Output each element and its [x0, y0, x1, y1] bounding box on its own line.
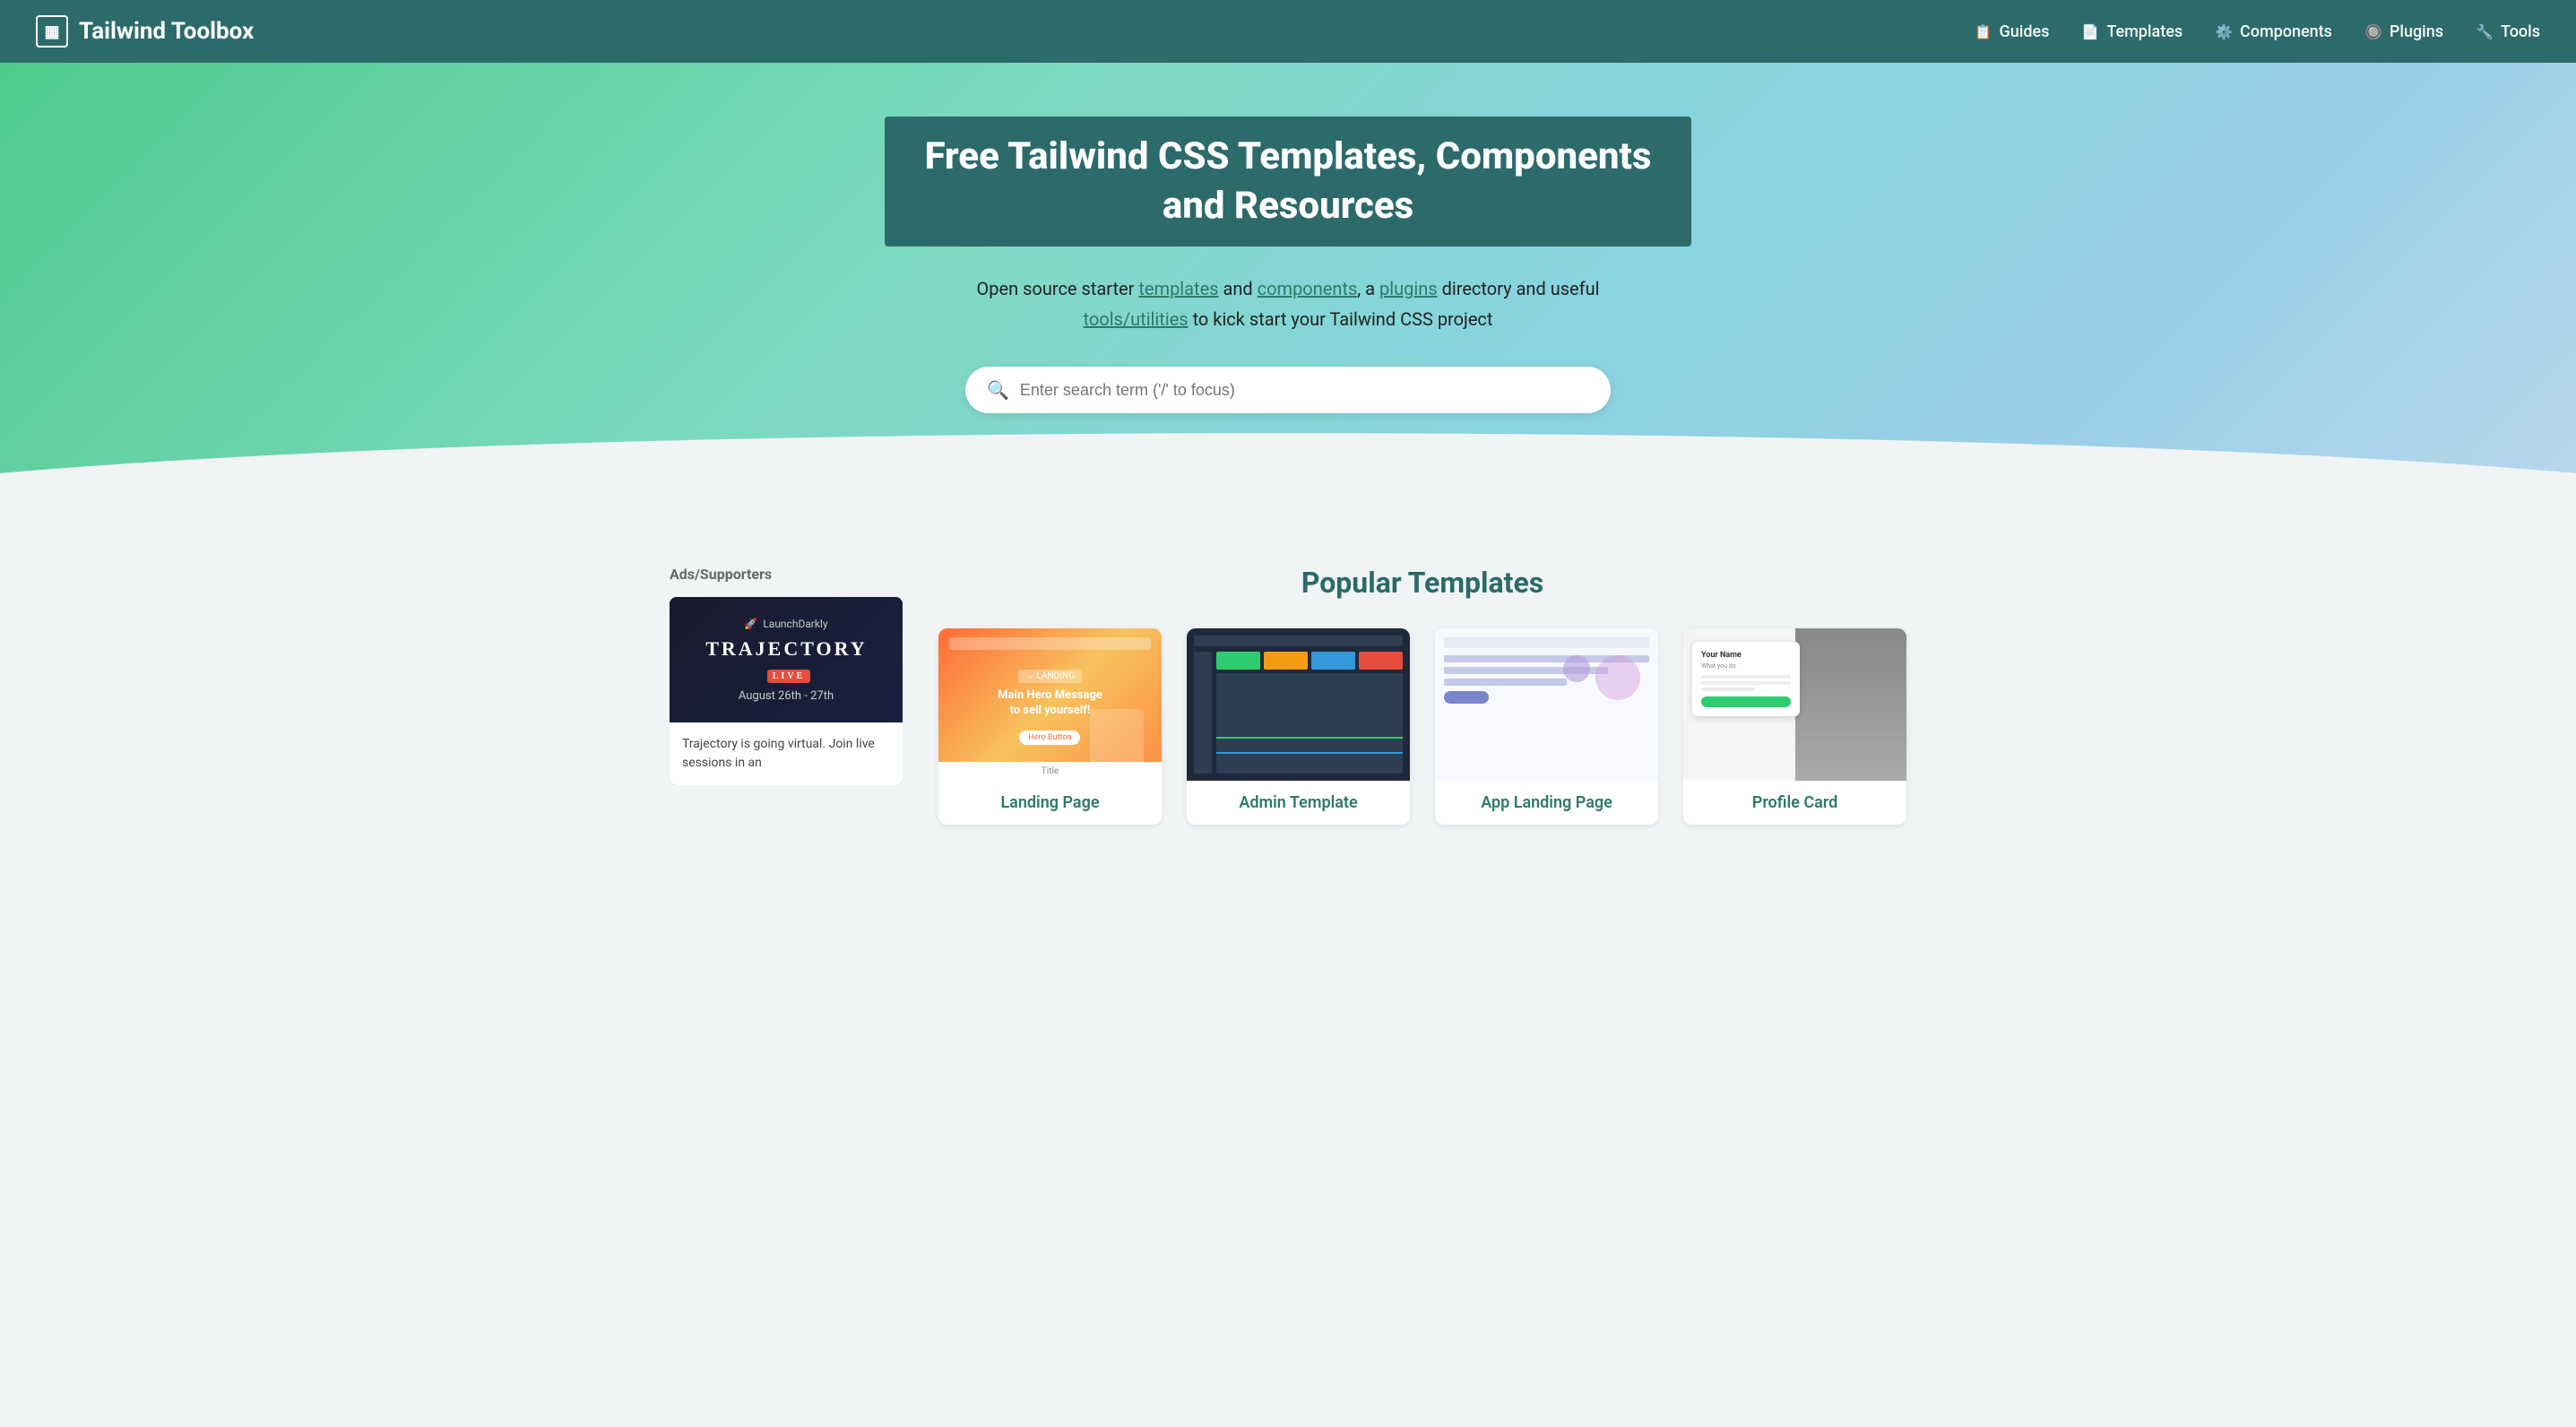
- text-line-3: [1444, 679, 1567, 686]
- thumb-admin-sidebar: [1194, 652, 1212, 774]
- tools-icon: 🔧: [2476, 23, 2494, 40]
- thumb-landing-content: → LANDING Main Hero Messageto sell yours…: [998, 665, 1102, 745]
- thumb-admin-body: [1194, 652, 1403, 774]
- logo-icon: ▦: [36, 15, 68, 48]
- ad-card[interactable]: 🚀 LaunchDarkly TRAJECTORY LIVE August 26…: [670, 597, 903, 785]
- main-content: Ads/Supporters 🚀 LaunchDarkly TRAJECTORY…: [616, 521, 1960, 869]
- hero-section: Free Tailwind CSS Templates, Components …: [0, 63, 2576, 521]
- profile-line-2: [1701, 681, 1791, 685]
- stat-red: [1359, 652, 1403, 670]
- section-title: Popular Templates: [938, 566, 1906, 600]
- nav-guides[interactable]: 📋Guides: [1975, 22, 2050, 41]
- chart-line-2: [1216, 737, 1403, 739]
- search-bar: 🔍: [965, 367, 1611, 413]
- hero-heading: Free Tailwind CSS Templates, Components …: [885, 117, 1691, 246]
- nav-templates[interactable]: 📄Templates: [2081, 22, 2183, 41]
- stat-green: [1216, 652, 1260, 670]
- plugins-link[interactable]: plugins: [1379, 278, 1438, 299]
- components-icon: ⚙️: [2215, 23, 2233, 40]
- search-icon: 🔍: [987, 379, 1009, 401]
- thumb-profile-bg: Your Name What you do: [1683, 628, 1906, 781]
- components-link[interactable]: components: [1258, 278, 1358, 299]
- thumb-landing-btn: Hero Button: [1019, 731, 1080, 745]
- templates-section: Popular Templates → LANDING Main Hero Me…: [938, 566, 1906, 825]
- template-thumbnail-app: [1435, 628, 1658, 781]
- profile-line-1: [1701, 675, 1791, 679]
- circle-2: [1595, 655, 1640, 700]
- profile-line-3: [1701, 688, 1755, 691]
- guides-icon: 📋: [1975, 23, 1993, 40]
- thumb-landing-label: → LANDING: [1018, 670, 1082, 683]
- template-card-admin-template[interactable]: Admin Template: [1187, 628, 1410, 825]
- thumb-admin-bg: [1187, 628, 1410, 781]
- ad-brand: 🚀 LaunchDarkly: [744, 618, 827, 630]
- thumb-admin-header: [1194, 636, 1403, 646]
- thumb-profile-btn: [1701, 696, 1791, 707]
- logo-link[interactable]: ▦ Tailwind Toolbox: [36, 15, 254, 48]
- thumb-landing-nav: [949, 637, 1151, 650]
- thumb-app-circles: [1563, 655, 1640, 700]
- search-input[interactable]: [1020, 381, 1589, 400]
- thumb-admin-main: [1216, 652, 1403, 774]
- thumb-admin-chart: [1216, 673, 1403, 774]
- nav-components[interactable]: ⚙️Components: [2215, 22, 2332, 41]
- template-thumbnail-landing: → LANDING Main Hero Messageto sell yours…: [938, 628, 1162, 781]
- templates-icon: 📄: [2081, 23, 2099, 40]
- ad-live-badge: LIVE: [767, 670, 810, 683]
- ad-product: TRAJECTORY LIVE: [684, 637, 888, 684]
- nav-links: 📋Guides 📄Templates ⚙️Components 🔘Plugins…: [1975, 22, 2540, 41]
- templates-grid: → LANDING Main Hero Messageto sell yours…: [938, 628, 1906, 825]
- thumb-app-btn: [1444, 691, 1489, 704]
- hero-subtitle: Open source starter templates and compon…: [18, 273, 2558, 334]
- template-card-app-landing-page[interactable]: App Landing Page: [1435, 628, 1658, 825]
- thumb-profile-role: What you do: [1701, 662, 1791, 670]
- navbar: ▦ Tailwind Toolbox 📋Guides 📄Templates ⚙️…: [0, 0, 2576, 63]
- template-card-landing-page[interactable]: → LANDING Main Hero Messageto sell yours…: [938, 628, 1162, 825]
- nav-tools[interactable]: 🔧Tools: [2476, 22, 2540, 41]
- nav-plugins[interactable]: 🔘Plugins: [2364, 22, 2443, 41]
- thumb-profile-card: Your Name What you do: [1692, 642, 1800, 716]
- template-thumbnail-profile: Your Name What you do: [1683, 628, 1906, 781]
- ad-image: 🚀 LaunchDarkly TRAJECTORY LIVE August 26…: [670, 597, 903, 722]
- template-thumbnail-admin: [1187, 628, 1410, 781]
- thumb-landing-bg: → LANDING Main Hero Messageto sell yours…: [938, 628, 1162, 781]
- stat-blue: [1311, 652, 1355, 670]
- circle-1: [1563, 655, 1590, 682]
- stat-orange: [1264, 652, 1308, 670]
- ad-text: Trajectory is going virtual. Join live s…: [670, 722, 903, 785]
- thumb-app-nav: [1444, 637, 1649, 648]
- sidebar-title: Ads/Supporters: [670, 566, 903, 583]
- thumb-profile-name: Your Name: [1701, 651, 1791, 660]
- plugins-icon: 🔘: [2364, 23, 2382, 40]
- thumb-admin-stats: [1216, 652, 1403, 670]
- template-name-profile: Profile Card: [1683, 781, 1906, 825]
- chart-line-1: [1216, 752, 1403, 754]
- templates-link[interactable]: templates: [1138, 278, 1218, 299]
- template-name-landing: Landing Page: [938, 781, 1162, 825]
- thumb-landing-headline: Main Hero Messageto sell yourself!: [998, 688, 1102, 719]
- ad-date: August 26th - 27th: [739, 689, 834, 703]
- template-name-admin: Admin Template: [1187, 781, 1410, 825]
- thumb-landing-title-bar: Title: [938, 762, 1162, 781]
- template-card-profile-card[interactable]: Your Name What you do Profile Card: [1683, 628, 1906, 825]
- logo-text: Tailwind Toolbox: [79, 18, 254, 45]
- template-name-app: App Landing Page: [1435, 781, 1658, 825]
- tools-link[interactable]: tools/utilities: [1084, 308, 1189, 330]
- thumb-profile-photo-bg: [1795, 628, 1907, 781]
- sidebar: Ads/Supporters 🚀 LaunchDarkly TRAJECTORY…: [670, 566, 903, 825]
- thumb-app-bg: [1435, 628, 1658, 781]
